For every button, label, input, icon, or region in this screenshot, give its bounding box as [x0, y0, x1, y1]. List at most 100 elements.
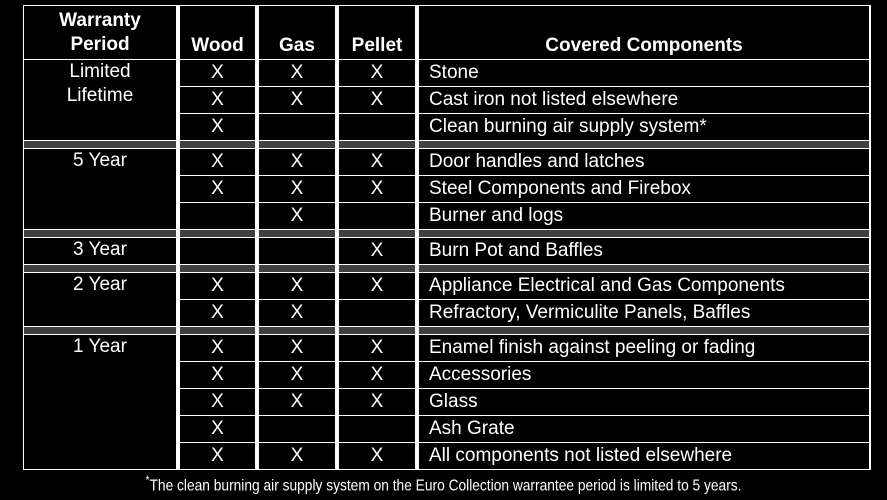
- header-warranty-period: Warranty Period: [24, 6, 176, 60]
- pellet-coverage-mark: X: [335, 362, 415, 389]
- warranty-period-label: 1 Year: [73, 336, 127, 357]
- covered-component: Clean burning air supply system*: [415, 114, 869, 141]
- pellet-coverage-mark: X: [335, 443, 415, 470]
- wood-coverage-mark: X: [176, 60, 255, 87]
- table-row: 2 Year X X X Appliance Electrical and Gas Co…: [24, 273, 869, 327]
- gas-coverage-mark: X: [255, 176, 335, 203]
- covered-component: Burner and logs: [415, 203, 869, 230]
- wood-coverage-mark: X: [176, 149, 255, 176]
- group-separator: [24, 230, 869, 238]
- separator-cell: [24, 327, 176, 335]
- wood-coverage-mark: [176, 238, 255, 265]
- warranty-period-cell: Limited Lifetime: [24, 60, 176, 141]
- separator-cell: [415, 141, 869, 149]
- warranty-table: Warranty Period Wood Gas Pellet Covered C…: [23, 5, 871, 470]
- table-row: 5 Year X X X Door handles and latches: [24, 149, 869, 230]
- group-separator: [24, 141, 869, 149]
- gas-coverage-mark: X: [255, 362, 335, 389]
- table-row: Limited Lifetime X X X Stone: [24, 60, 869, 141]
- footnote: *The clean burning air supply system on …: [62, 473, 825, 495]
- wood-coverage-mark: X: [176, 389, 255, 416]
- wood-coverage-mark: X: [176, 362, 255, 389]
- gas-coverage-mark: X: [255, 60, 335, 87]
- pellet-coverage-mark: X: [335, 335, 415, 362]
- table-row: 3 Year X Burn Pot and Baffles: [24, 238, 869, 265]
- covered-component: Appliance Electrical and Gas Components: [415, 273, 869, 300]
- separator-cell: [415, 327, 869, 335]
- covered-component: Door handles and latches: [415, 149, 869, 176]
- header-row: Warranty Period Wood Gas Pellet Covered C…: [24, 6, 869, 60]
- wood-coverage-mark: X: [176, 87, 255, 114]
- covered-component: Glass: [415, 389, 869, 416]
- gas-coverage-mark: X: [255, 335, 335, 362]
- group-separator: [24, 327, 869, 335]
- pellet-coverage-mark: X: [335, 273, 415, 300]
- gas-coverage-mark: X: [255, 87, 335, 114]
- separator-cell: [415, 265, 869, 273]
- header-wood: Wood: [176, 6, 255, 60]
- separator-cell: [335, 230, 415, 238]
- gas-coverage-mark: X: [255, 389, 335, 416]
- header-gas: Gas: [255, 6, 335, 60]
- covered-component: Ash Grate: [415, 416, 869, 443]
- separator-cell: [24, 141, 176, 149]
- covered-component: Stone: [415, 60, 869, 87]
- header-pellet: Pellet: [335, 6, 415, 60]
- wood-coverage-mark: X: [176, 176, 255, 203]
- separator-cell: [176, 230, 255, 238]
- covered-component: Enamel finish against peeling or fading: [415, 335, 869, 362]
- warranty-period-cell: 2 Year: [24, 273, 176, 327]
- warranty-period-cell: 1 Year: [24, 335, 176, 470]
- warranty-period-label: 5 Year: [73, 150, 127, 171]
- separator-cell: [255, 265, 335, 273]
- covered-component: Refractory, Vermiculite Panels, Baffles: [415, 300, 869, 327]
- warranty-period-label-line2: Lifetime: [66, 85, 134, 106]
- warranty-period-label: 2 Year: [73, 274, 127, 295]
- pellet-coverage-mark: X: [335, 389, 415, 416]
- warranty-period-label: Limited: [69, 61, 131, 82]
- gas-coverage-mark: X: [255, 300, 335, 327]
- covered-component: Accessories: [415, 362, 869, 389]
- separator-cell: [335, 265, 415, 273]
- header-covered-components: Covered Components: [415, 6, 869, 60]
- wood-coverage-mark: X: [176, 416, 255, 443]
- gas-coverage-mark: [255, 114, 335, 141]
- separator-cell: [255, 327, 335, 335]
- warranty-period-cell: 5 Year: [24, 149, 176, 230]
- separator-cell: [24, 230, 176, 238]
- table-row: 1 Year X X X Enamel finish against peeling o…: [24, 335, 869, 470]
- wood-coverage-mark: [176, 203, 255, 230]
- gas-coverage-mark: X: [255, 149, 335, 176]
- wood-coverage-mark: X: [176, 114, 255, 141]
- wood-coverage-mark: X: [176, 300, 255, 327]
- footnote-text: The clean burning air supply system on t…: [149, 477, 742, 495]
- gas-coverage-mark: X: [255, 203, 335, 230]
- gas-coverage-mark: [255, 416, 335, 443]
- gas-coverage-mark: X: [255, 443, 335, 470]
- pellet-coverage-mark: X: [335, 176, 415, 203]
- wood-coverage-mark: X: [176, 335, 255, 362]
- pellet-coverage-mark: [335, 416, 415, 443]
- separator-cell: [176, 327, 255, 335]
- pellet-coverage-mark: [335, 203, 415, 230]
- covered-component: Burn Pot and Baffles: [415, 238, 869, 265]
- header-period-line2: Period: [70, 34, 130, 55]
- warranty-period-label: 3 Year: [73, 239, 127, 260]
- table-body: Limited Lifetime X X X Stone X X X Cast iron not …: [24, 60, 869, 470]
- covered-component: Steel Components and Firebox: [415, 176, 869, 203]
- header-period-line1: Warranty: [59, 10, 141, 31]
- separator-cell: [335, 141, 415, 149]
- separator-cell: [176, 265, 255, 273]
- separator-cell: [255, 141, 335, 149]
- pellet-coverage-mark: [335, 300, 415, 327]
- pellet-coverage-mark: X: [335, 60, 415, 87]
- covered-component: Cast iron not listed elsewhere: [415, 87, 869, 114]
- gas-coverage-mark: [255, 238, 335, 265]
- group-separator: [24, 265, 869, 273]
- separator-cell: [176, 141, 255, 149]
- wood-coverage-mark: X: [176, 273, 255, 300]
- separator-cell: [255, 230, 335, 238]
- separator-cell: [24, 265, 176, 273]
- wood-coverage-mark: X: [176, 443, 255, 470]
- separator-cell: [335, 327, 415, 335]
